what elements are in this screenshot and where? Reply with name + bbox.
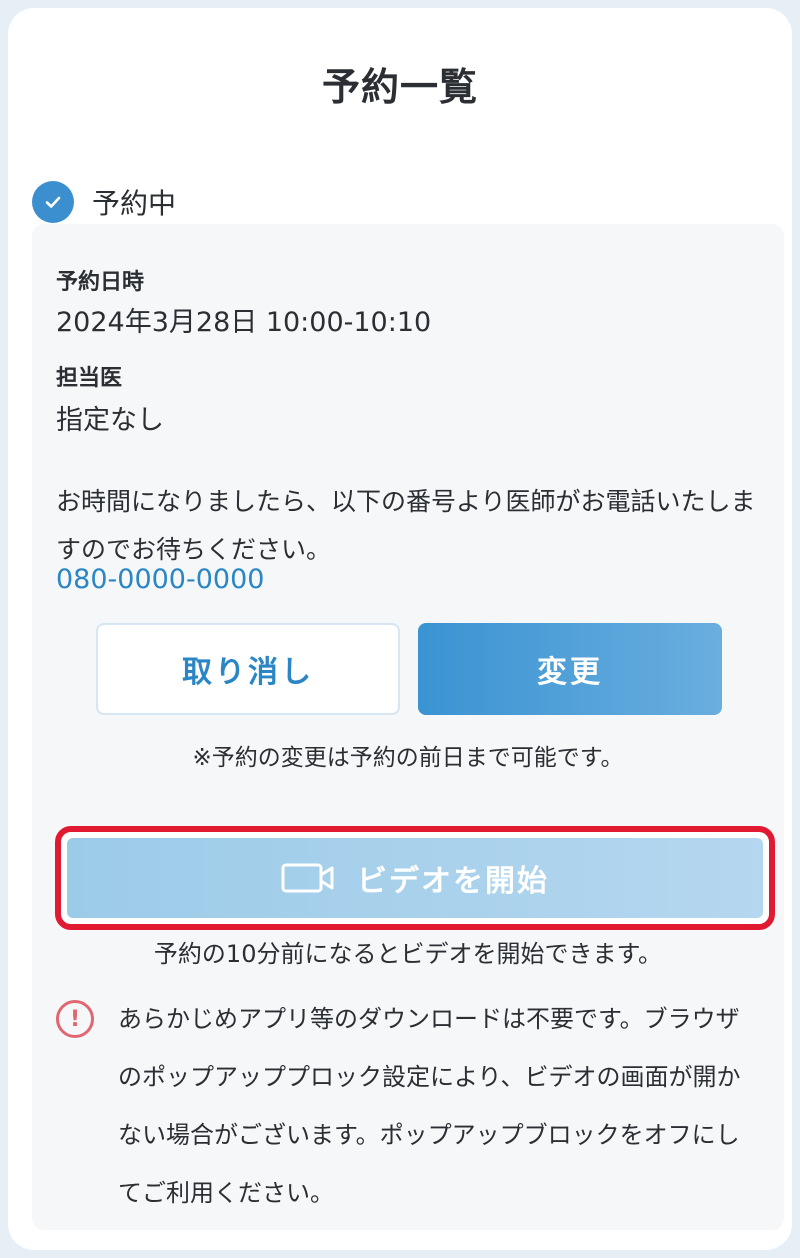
reservation-status: 予約中 (32, 178, 176, 226)
doctor-value: 指定なし (56, 405, 164, 436)
doctor-label: 担当医 (56, 366, 123, 391)
video-button-highlight: ビデオを開始 (55, 826, 775, 930)
status-label: 予約中 (92, 187, 177, 220)
cancel-button[interactable]: 取り消し (96, 623, 400, 715)
phone-number-link[interactable]: 080-0000-0000 (56, 564, 264, 595)
page-title: 予約一覧 (321, 65, 478, 109)
check-circle-icon (32, 181, 74, 223)
datetime-label: 予約日時 (56, 270, 145, 295)
start-video-label: ビデオを開始 (357, 864, 549, 899)
change-note: ※予約の変更は予約の前日まで可能です。 (192, 745, 624, 771)
popup-warning-text: あらかじめアプリ等のダウンロードは不要です。ブラウザのポップアッププロック設定に… (118, 1005, 741, 1207)
start-video-button[interactable]: ビデオを開始 (67, 838, 763, 918)
video-note: 予約の10分前になるとビデオを開始できます。 (153, 940, 663, 968)
datetime-value: 2024年3月28日 10:00-10:10 (56, 307, 432, 338)
exclamation-circle-icon: ! (56, 1000, 94, 1038)
change-button[interactable]: 変更 (418, 623, 722, 715)
call-notice: お時間になりましたら、以下の番号より医師がお電話いたしますのでお待ちください。 (56, 487, 756, 564)
screen-frame: 予約一覧 予約中 予約日時 2024年3月28日 10:00-10:10 担当医… (8, 8, 792, 1250)
reservation-card: 予約日時 2024年3月28日 10:00-10:10 担当医 指定なし お時間… (32, 224, 784, 1230)
video-camera-icon (281, 862, 335, 894)
